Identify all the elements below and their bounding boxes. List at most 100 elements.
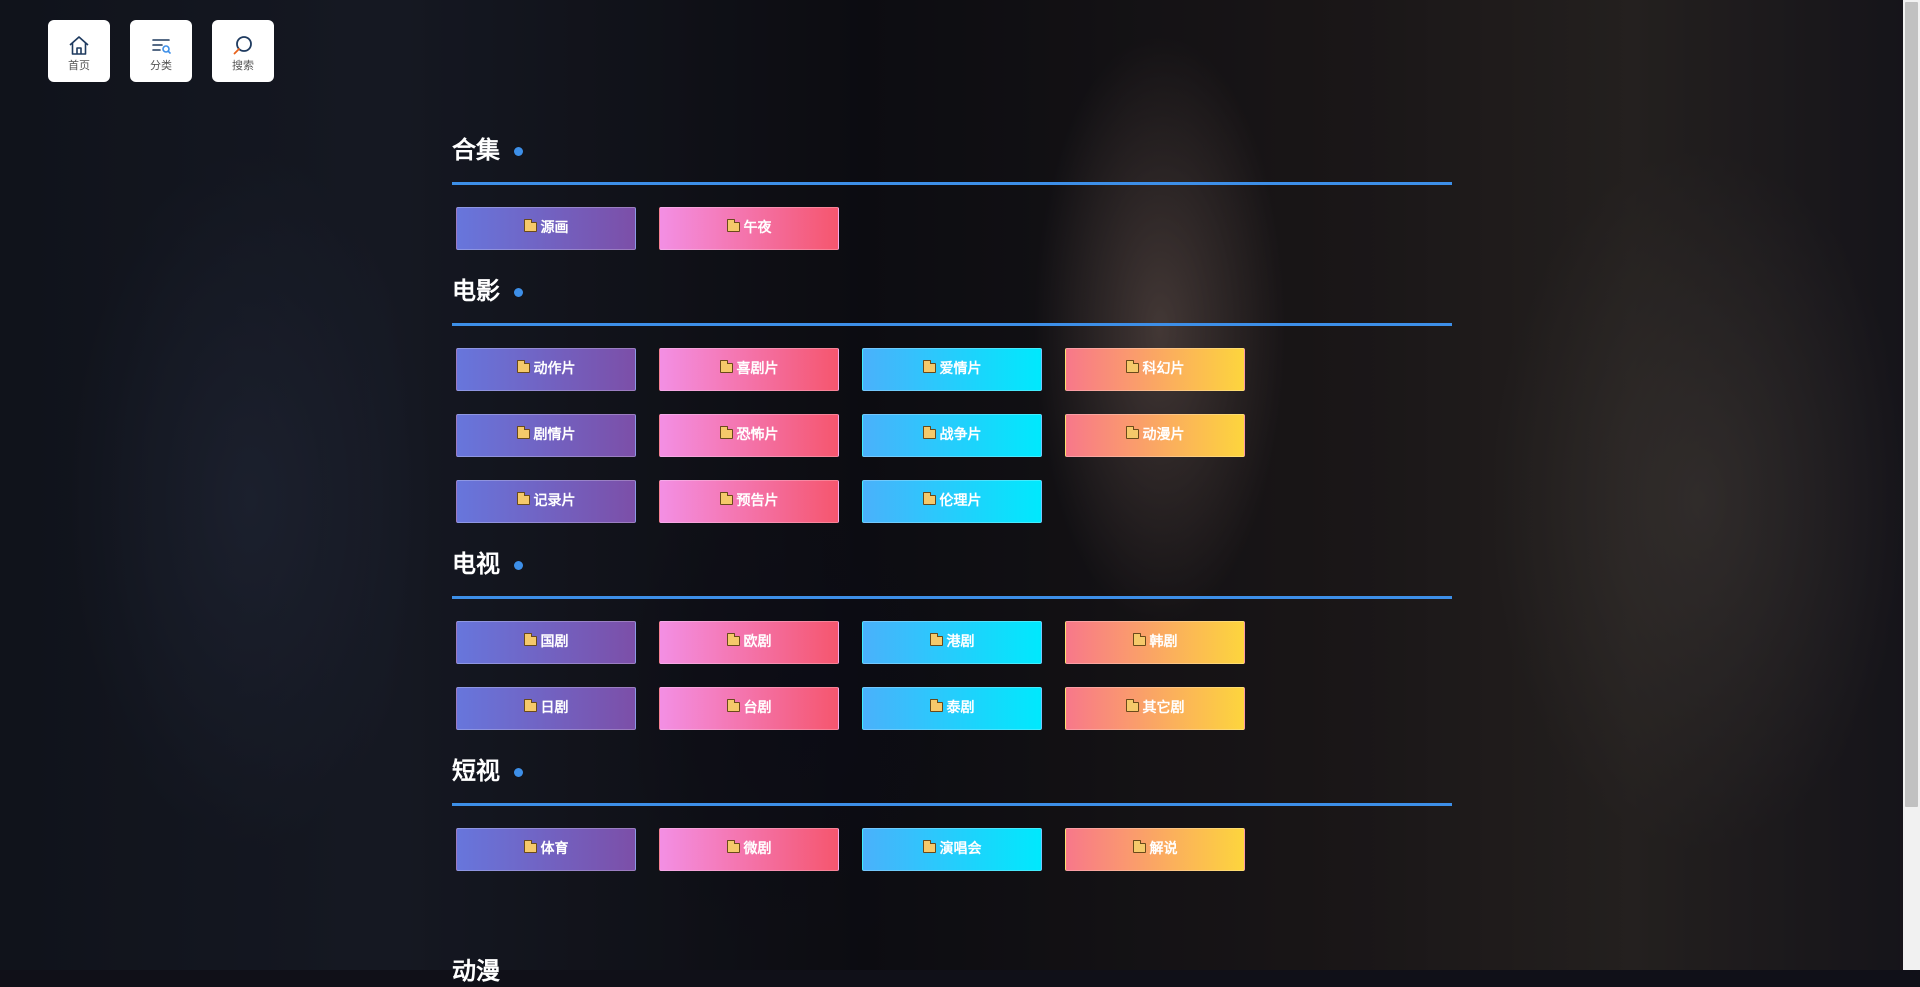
folder-icon [516, 425, 530, 439]
folder-icon [726, 632, 740, 646]
section-title: 电视 [452, 550, 500, 578]
section-title: 合集 [452, 136, 500, 164]
category-tag-label: 动漫片 [1142, 426, 1185, 443]
category-tag[interactable]: 科幻片 [1065, 348, 1245, 391]
category-tag-label: 爱情片 [939, 360, 982, 377]
category-tag-label: 预告片 [736, 492, 779, 509]
category-tag-label: 动作片 [533, 360, 576, 377]
category-tag-label: 港剧 [946, 633, 975, 650]
category-tag[interactable]: 伦理片 [862, 480, 1042, 523]
category-tag[interactable]: 喜剧片 [659, 348, 839, 391]
category-tag-label: 微剧 [743, 840, 772, 857]
category-tag[interactable]: 解说 [1065, 828, 1245, 871]
category-tag[interactable]: 恐怖片 [659, 414, 839, 457]
section-title: 电影 [452, 277, 500, 305]
category-tag[interactable]: 战争片 [862, 414, 1042, 457]
folder-icon [719, 425, 733, 439]
home-button[interactable]: 首页 [48, 20, 110, 82]
category-tag[interactable]: 泰剧 [862, 687, 1042, 730]
folder-icon [1125, 359, 1139, 373]
tag-list: 国剧 欧剧 港剧 韩剧日剧 台剧 泰剧 其它剧 [452, 599, 1452, 753]
section-dot [514, 147, 523, 156]
folder-icon [523, 839, 537, 853]
category-tag[interactable]: 预告片 [659, 480, 839, 523]
category-tag[interactable]: 欧剧 [659, 621, 839, 664]
category-tag[interactable]: 国剧 [456, 621, 636, 664]
section-header: 短视 [452, 753, 1452, 806]
category-tag[interactable]: 剧情片 [456, 414, 636, 457]
category-tag[interactable]: 源画 [456, 207, 636, 250]
section-header: 电影 [452, 273, 1452, 326]
category-tag[interactable]: 动作片 [456, 348, 636, 391]
folder-icon [1132, 839, 1146, 853]
category-tag-label: 国剧 [540, 633, 569, 650]
category-tag-label: 演唱会 [939, 840, 982, 857]
folder-icon [523, 218, 537, 232]
category-tag-label: 源画 [540, 219, 569, 236]
category-tag[interactable]: 体育 [456, 828, 636, 871]
category-label: 分类 [150, 59, 172, 72]
category-tag-label: 欧剧 [743, 633, 772, 650]
section: 合集源画 午夜 [452, 132, 1452, 273]
folder-icon [516, 491, 530, 505]
tag-list: 体育 微剧 演唱会 解说 [452, 806, 1452, 894]
folder-icon [719, 491, 733, 505]
category-tag-label: 剧情片 [533, 426, 576, 443]
category-tag[interactable]: 动漫片 [1065, 414, 1245, 457]
section-header: 电视 [452, 546, 1452, 599]
category-tag[interactable]: 爱情片 [862, 348, 1042, 391]
search-label: 搜索 [232, 59, 254, 72]
category-tag-label: 喜剧片 [736, 360, 779, 377]
tag-list: 源画 午夜 [452, 185, 1452, 273]
folder-icon [523, 632, 537, 646]
section: 电视国剧 欧剧 港剧 韩剧日剧 台剧 泰剧 其它剧 [452, 546, 1452, 753]
category-tag[interactable]: 演唱会 [862, 828, 1042, 871]
folder-icon [726, 218, 740, 232]
category-tag-label: 解说 [1149, 840, 1178, 857]
search-button[interactable]: 搜索 [212, 20, 274, 82]
section: 短视体育 微剧 演唱会 解说 [452, 753, 1452, 894]
home-icon [69, 36, 89, 55]
section-dot [514, 768, 523, 777]
folder-icon [922, 491, 936, 505]
category-list: 合集源画 午夜电影动作片 喜剧片 爱情片 科幻片剧情片 恐怖片 战争片 动漫片记录片 预告片 伦理… [452, 132, 1452, 894]
folder-icon [726, 839, 740, 853]
category-tag-label: 泰剧 [946, 699, 975, 716]
category-tag[interactable]: 韩剧 [1065, 621, 1245, 664]
folder-icon [929, 632, 943, 646]
category-tag-label: 其它剧 [1142, 699, 1185, 716]
folder-icon [1132, 632, 1146, 646]
category-tag[interactable]: 午夜 [659, 207, 839, 250]
folder-icon [1125, 698, 1139, 712]
section-title-partial: 动漫 [452, 957, 500, 985]
category-tag[interactable]: 微剧 [659, 828, 839, 871]
tag-list: 动作片 喜剧片 爱情片 科幻片剧情片 恐怖片 战争片 动漫片记录片 预告片 伦理片 [452, 326, 1452, 546]
category-tag-label: 午夜 [743, 219, 772, 236]
category-tag-label: 台剧 [743, 699, 772, 716]
section: 电影动作片 喜剧片 爱情片 科幻片剧情片 恐怖片 战争片 动漫片记录片 预告片 伦理片 [452, 273, 1452, 546]
category-tag-label: 伦理片 [939, 492, 982, 509]
list-filter-icon [152, 39, 171, 54]
category-tag[interactable]: 其它剧 [1065, 687, 1245, 730]
section-dot [514, 561, 523, 570]
section-title: 短视 [452, 757, 500, 785]
scrollbar-thumb[interactable] [1905, 2, 1918, 807]
category-tag[interactable]: 港剧 [862, 621, 1042, 664]
section-header: 合集 [452, 132, 1452, 185]
category-tag[interactable]: 记录片 [456, 480, 636, 523]
folder-icon [1125, 425, 1139, 439]
folder-icon [516, 359, 530, 373]
category-tag-label: 体育 [540, 840, 569, 857]
category-tag[interactable]: 日剧 [456, 687, 636, 730]
folder-icon [929, 698, 943, 712]
scrollbar[interactable] [1903, 0, 1920, 970]
category-tag-label: 战争片 [939, 426, 982, 443]
category-tag-label: 记录片 [533, 492, 576, 509]
category-button[interactable]: 分类 [130, 20, 192, 82]
folder-icon [922, 839, 936, 853]
folder-icon [922, 359, 936, 373]
section-dot [514, 288, 523, 297]
folder-icon [523, 698, 537, 712]
category-tag[interactable]: 台剧 [659, 687, 839, 730]
folder-icon [719, 359, 733, 373]
